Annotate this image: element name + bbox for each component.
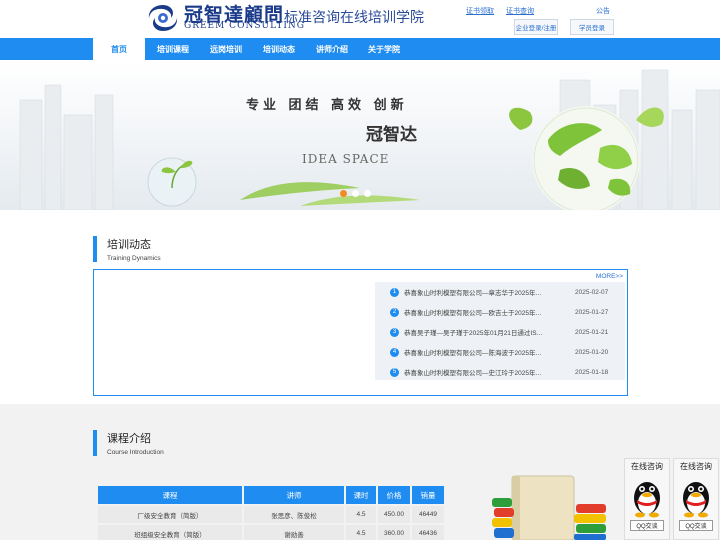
news-number-badge: 2 <box>390 307 399 317</box>
main-nav: 首页 培训课程 远岗培训 培训动态 讲师介绍 关于学院 <box>0 38 720 60</box>
enterprise-login-button[interactable]: 企业登录/注册 <box>514 19 558 35</box>
site-tagline: 标准咨询在线培训学院 <box>284 10 424 26</box>
banner-idea-space: IDEA SPACE <box>302 152 390 166</box>
carousel-dot-1[interactable] <box>340 190 347 197</box>
course-table-header-row: 课程 讲师 课时 价格 销量 <box>98 486 444 504</box>
news-title[interactable]: 恭喜象山时利模塑有限公司—欧吉士于2025年… <box>404 307 554 317</box>
course-sales: 46449 <box>412 506 444 523</box>
course-lecturer: 张思彦、陈俊松 <box>244 506 344 523</box>
student-login-button[interactable]: 学员登录 <box>570 19 614 35</box>
logo[interactable]: 冠智達顧問 GREEM CONSULTING <box>146 0 304 36</box>
qq-widget-1: 在线咨询 QQ交谈 <box>624 458 670 540</box>
list-item[interactable]: 3 恭喜吴子瑾—吴子瑾于2025年01月21日通过IS… 2025-01-21 <box>375 322 625 342</box>
table-row[interactable]: 厂级安全教育（简版） 张思彦、陈俊松 4.5 450.00 46449 <box>98 506 444 523</box>
carousel-dot-3[interactable] <box>364 190 371 197</box>
qq-penguin-icon <box>683 482 709 518</box>
news-title[interactable]: 恭喜象山时利模塑有限公司—陈海波于2025年… <box>404 347 554 357</box>
news-number-badge: 5 <box>390 367 399 377</box>
news-more-link[interactable]: MORE>> <box>596 273 623 280</box>
news-date: 2025-01-20 <box>575 348 609 356</box>
cert-receive-link[interactable]: 证书领取 <box>466 6 494 16</box>
nav-item-remote-training[interactable]: 远岗培训 <box>200 38 252 60</box>
news-date: 2025-01-18 <box>575 368 609 376</box>
list-item[interactable]: 1 恭喜象山时利模塑有限公司—章志华于2025年… 2025-02-07 <box>375 282 625 302</box>
news-date: 2025-02-07 <box>575 288 609 296</box>
list-item[interactable]: 2 恭喜象山时利模塑有限公司—欧吉士于2025年… 2025-01-27 <box>375 302 625 322</box>
notice-link[interactable]: 公告 <box>596 6 610 16</box>
course-price: 450.00 <box>378 506 410 523</box>
list-item[interactable]: 4 恭喜象山时利模塑有限公司—陈海波于2025年… 2025-01-20 <box>375 342 625 362</box>
news-title[interactable]: 恭喜象山时利模塑有限公司—章志华于2025年… <box>404 287 554 297</box>
course-intro-header: 课程介绍 Course Introduction <box>93 430 164 456</box>
news-title[interactable]: 恭喜象山时利模塑有限公司—史江玲于2025年… <box>404 367 554 377</box>
course-intro-subtitle: Course Introduction <box>107 449 164 456</box>
header: 冠智達顧問 GREEM CONSULTING 标准咨询在线培训学院 证书领取 证… <box>0 0 720 38</box>
news-date: 2025-01-21 <box>575 328 609 336</box>
course-hours: 4.5 <box>346 525 376 540</box>
nav-item-courses[interactable]: 培训课程 <box>146 38 200 60</box>
qq-widget-title: 在线咨询 <box>631 461 663 471</box>
nav-item-lecturers[interactable]: 讲师介绍 <box>306 38 358 60</box>
column-header-price: 价格 <box>378 486 410 504</box>
news-number-badge: 1 <box>390 287 399 297</box>
course-name[interactable]: 厂级安全教育（简版） <box>98 506 242 523</box>
page: 冠智達顧問 GREEM CONSULTING 标准咨询在线培训学院 证书领取 证… <box>0 0 720 540</box>
course-sales: 46436 <box>412 525 444 540</box>
training-news-title: 培训动态 <box>107 239 151 251</box>
news-title[interactable]: 恭喜吴子瑾—吴子瑾于2025年01月21日通过IS… <box>404 327 554 337</box>
list-item[interactable]: 5 恭喜象山时利模塑有限公司—史江玲于2025年… 2025-01-18 <box>375 362 625 382</box>
training-news-header: 培训动态 Training Dynamics <box>93 236 161 262</box>
cert-query-link[interactable]: 证书查询 <box>506 6 534 16</box>
qq-widget-2: 在线咨询 QQ交谈 <box>673 458 719 540</box>
nav-item-home[interactable]: 首页 <box>93 38 145 60</box>
column-header-lecturer: 讲师 <box>244 486 344 504</box>
training-news-subtitle: Training Dynamics <box>107 255 161 262</box>
qq-widget-title: 在线咨询 <box>680 461 712 471</box>
column-header-sales: 销量 <box>412 486 444 504</box>
course-hours: 4.5 <box>346 506 376 523</box>
carousel-dot-2[interactable] <box>352 190 359 197</box>
news-list: 1 恭喜象山时利模塑有限公司—章志华于2025年… 2025-02-07 2 恭… <box>375 282 625 380</box>
banner-slogan: 专业 团结 高效 创新 <box>246 98 408 113</box>
column-header-hours: 课时 <box>346 486 376 504</box>
qq-penguin-icon <box>634 482 660 518</box>
course-name[interactable]: 班组级安全教育（简版） <box>98 525 242 540</box>
qq-chat-button[interactable]: QQ交谈 <box>679 520 713 531</box>
news-number-badge: 4 <box>390 347 399 357</box>
course-intro-title: 课程介绍 <box>107 433 151 445</box>
nav-item-about[interactable]: 关于学院 <box>358 38 410 60</box>
course-lecturer: 谢勋善 <box>244 525 344 540</box>
qq-chat-button[interactable]: QQ交谈 <box>630 520 664 531</box>
carousel-dots <box>340 190 371 197</box>
hero-banner[interactable]: 专业 团结 高效 创新 冠智达 IDEA SPACE <box>0 60 720 210</box>
news-date: 2025-01-27 <box>575 308 609 316</box>
course-price: 360.00 <box>378 525 410 540</box>
banner-brand: 冠智达 <box>366 125 417 145</box>
nav-item-training-news[interactable]: 培训动态 <box>252 38 306 60</box>
city-skyline-illustration <box>19 69 720 210</box>
books-illustration <box>492 475 606 540</box>
table-row[interactable]: 班组级安全教育（简版） 谢勋善 4.5 360.00 46436 <box>98 525 444 540</box>
logo-swirl-icon <box>148 5 178 31</box>
news-number-badge: 3 <box>390 327 399 337</box>
course-table: 课程 讲师 课时 价格 销量 厂级安全教育（简版） 张思彦、陈俊松 4.5 45… <box>96 484 446 540</box>
column-header-course: 课程 <box>98 486 242 504</box>
training-news-panel: MORE>> 1 恭喜象山时利模塑有限公司—章志华于2025年… 2025-02… <box>93 269 628 396</box>
